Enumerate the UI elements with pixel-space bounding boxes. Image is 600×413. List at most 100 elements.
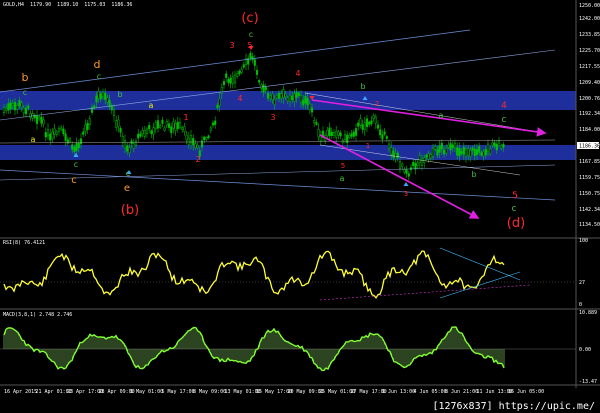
candle-body — [255, 69, 259, 75]
wave-label: d — [94, 58, 101, 71]
macd-signal-line — [3, 326, 505, 372]
wave-label: 5 — [247, 41, 252, 50]
wave-label: c — [126, 169, 130, 178]
candle-body — [172, 121, 175, 129]
candle-body — [445, 148, 448, 154]
candle-body — [110, 105, 113, 111]
candle-body — [275, 94, 278, 99]
candle-body — [293, 93, 296, 102]
candle-body — [55, 131, 58, 135]
candle-body — [249, 52, 252, 59]
candle-body — [258, 80, 261, 83]
candle-body — [174, 123, 177, 131]
candle-body — [317, 128, 320, 138]
candle-body — [420, 158, 424, 166]
candle-body — [95, 95, 98, 103]
candle-body — [194, 143, 197, 148]
candle-body — [266, 92, 270, 99]
rsi-tick-label: 27 — [579, 280, 585, 286]
candle-body — [458, 147, 461, 157]
candle-body — [398, 161, 402, 169]
candle-body — [464, 148, 468, 157]
candle-body — [9, 102, 12, 110]
candle-body — [139, 133, 142, 137]
candle-body — [467, 148, 470, 156]
candle-body — [126, 145, 129, 152]
candle-body — [442, 149, 446, 155]
candle-body — [368, 121, 371, 125]
candle-body — [365, 118, 369, 127]
macd-tick-label: 0.00 — [579, 347, 591, 353]
current-price-label: 1186.36 — [579, 144, 600, 150]
rsi-trendline — [319, 284, 531, 301]
candle-body — [44, 132, 47, 138]
grid — [0, 0, 600, 388]
candle-body — [339, 132, 342, 137]
candle-body — [38, 116, 41, 120]
candle-body — [475, 149, 479, 155]
candle-body — [310, 107, 314, 113]
candle-body — [484, 149, 487, 156]
candle-body — [192, 137, 195, 146]
candle-body — [227, 79, 230, 83]
candle-body — [16, 105, 19, 110]
candle-body — [350, 133, 353, 137]
candle-body — [77, 142, 80, 148]
candle-body — [473, 148, 476, 156]
candle-body — [451, 144, 454, 149]
candle-body — [60, 127, 63, 131]
candle-body — [291, 95, 294, 100]
candle-body — [438, 145, 441, 153]
candle-body — [218, 98, 221, 106]
trend-lines — [0, 29, 556, 219]
wave-label: (b) — [121, 203, 139, 218]
candle-body — [434, 146, 437, 150]
candle-body — [46, 128, 50, 137]
candle-body — [326, 130, 329, 137]
candle-body — [423, 157, 426, 163]
candle-body — [128, 147, 131, 154]
candle-body — [343, 134, 347, 140]
candle-body — [482, 151, 485, 157]
candle-body — [104, 92, 107, 100]
candle-body — [462, 146, 465, 155]
candle-body — [363, 122, 366, 131]
candle-body — [286, 97, 289, 102]
time-tick-label: 1 Jun 13:00 — [382, 389, 415, 395]
price-chart[interactable]: bcdcbaccec(b)(c)3 5c44312aba c45c(d)a b3512… — [0, 0, 600, 413]
candle-body — [489, 148, 492, 154]
candle-body — [429, 154, 432, 159]
candle-body — [418, 155, 421, 163]
candle-body — [486, 143, 490, 152]
wave-label: 4 — [501, 101, 507, 111]
candle-body — [183, 126, 186, 132]
candle-body — [225, 73, 228, 78]
candle-body — [262, 84, 265, 93]
candle-body — [240, 69, 243, 73]
candle-body — [306, 98, 309, 106]
candle-body — [264, 87, 267, 91]
price-tick-label: 1225.70 — [579, 48, 600, 54]
candle-body — [414, 163, 417, 170]
candle-body — [145, 128, 149, 135]
candle-body — [42, 119, 45, 125]
wave-label: c — [512, 204, 517, 214]
candle-body — [170, 126, 173, 134]
wave-label: b — [360, 82, 365, 91]
candle-body — [390, 147, 393, 155]
candle-body — [271, 93, 274, 101]
candle-body — [376, 124, 380, 129]
wave-label: b — [117, 90, 122, 99]
macd-panel — [0, 326, 576, 372]
candle-body — [5, 107, 8, 111]
candle-body — [383, 131, 386, 135]
time-tick-label: 5 May 17:00 — [162, 389, 195, 395]
rsi-tick-label: 100 — [579, 238, 588, 244]
candle-body — [143, 130, 146, 137]
candle-body — [469, 149, 472, 157]
wave-label: c — [502, 115, 507, 125]
candle-body — [49, 133, 52, 141]
candle-body — [203, 136, 206, 141]
candle-body — [51, 131, 54, 140]
candle-body — [456, 147, 459, 156]
